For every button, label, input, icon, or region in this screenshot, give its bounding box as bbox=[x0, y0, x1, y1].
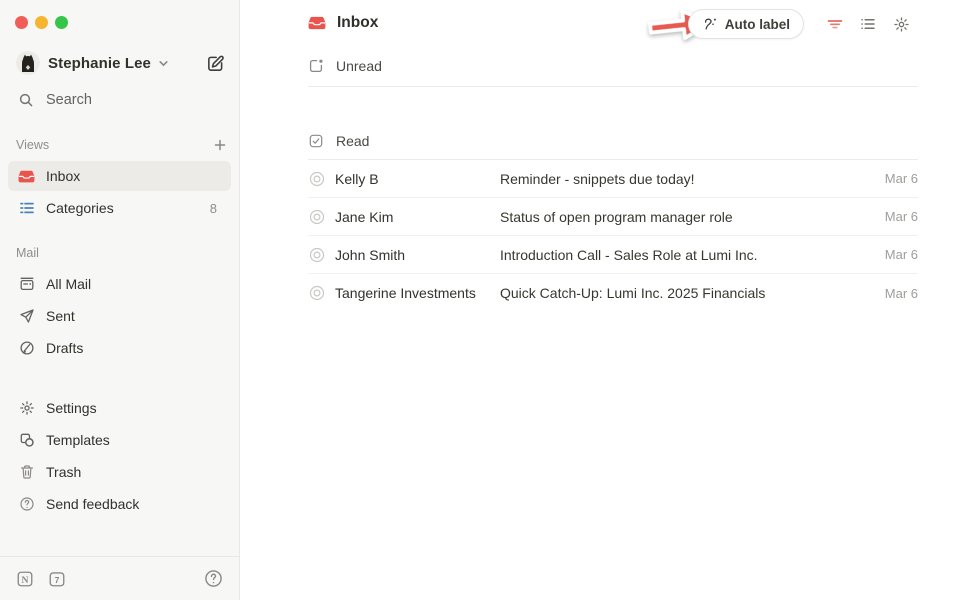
plus-icon bbox=[213, 138, 227, 152]
email-date: Mar 6 bbox=[873, 209, 918, 224]
add-view-button[interactable] bbox=[213, 138, 227, 152]
main-content: Inbox Auto label bbox=[240, 0, 960, 600]
read-status-icon[interactable] bbox=[308, 284, 326, 302]
email-date: Mar 6 bbox=[873, 247, 918, 262]
help-button[interactable] bbox=[204, 569, 223, 588]
header-actions: Auto label bbox=[688, 0, 910, 48]
gear-icon bbox=[893, 16, 910, 33]
notion-icon[interactable]: N bbox=[16, 570, 34, 588]
read-label: Read bbox=[336, 133, 369, 149]
email-subject: Introduction Call - Sales Role at Lumi I… bbox=[500, 247, 873, 263]
inbox-icon bbox=[18, 168, 35, 185]
drafts-icon bbox=[18, 340, 35, 357]
email-row[interactable]: John Smith Introduction Call - Sales Rol… bbox=[308, 236, 918, 274]
question-circle-icon bbox=[18, 496, 35, 513]
sidebar: Stephanie Lee Search Views bbox=[0, 0, 240, 600]
categories-icon bbox=[18, 200, 35, 217]
sidebar-item-label: Templates bbox=[46, 432, 110, 448]
unread-section-header[interactable]: Unread bbox=[308, 46, 918, 87]
view-settings-button[interactable] bbox=[892, 15, 910, 33]
templates-icon bbox=[18, 432, 35, 449]
search-label: Search bbox=[46, 92, 92, 108]
email-sender: Jane Kim bbox=[335, 209, 500, 225]
compose-button[interactable] bbox=[206, 54, 225, 73]
sidebar-footer: N 7 bbox=[0, 556, 239, 600]
sidebar-item-all-mail[interactable]: All Mail bbox=[8, 269, 231, 299]
sidebar-item-label: Send feedback bbox=[46, 496, 139, 512]
email-date: Mar 6 bbox=[873, 171, 918, 186]
email-date: Mar 6 bbox=[873, 286, 918, 301]
chevron-down-icon bbox=[158, 58, 169, 69]
email-row[interactable]: Tangerine Investments Quick Catch-Up: Lu… bbox=[308, 274, 918, 312]
all-mail-icon bbox=[18, 276, 35, 293]
read-status-icon[interactable] bbox=[308, 208, 326, 226]
mail-header-label: Mail bbox=[16, 246, 39, 260]
email-subject: Status of open program manager role bbox=[500, 209, 873, 225]
sidebar-item-label: Inbox bbox=[46, 168, 80, 184]
sidebar-item-templates[interactable]: Templates bbox=[8, 425, 231, 455]
sidebar-item-settings[interactable]: Settings bbox=[8, 393, 231, 423]
sidebar-item-categories[interactable]: Categories 8 bbox=[8, 193, 231, 223]
avatar bbox=[16, 51, 40, 75]
account-name: Stephanie Lee bbox=[48, 55, 151, 72]
sidebar-item-label: Trash bbox=[46, 464, 81, 480]
email-subject: Quick Catch-Up: Lumi Inc. 2025 Financial… bbox=[500, 285, 873, 301]
views-header-label: Views bbox=[16, 138, 49, 152]
email-sender: John Smith bbox=[335, 247, 500, 263]
sidebar-item-send-feedback[interactable]: Send feedback bbox=[8, 489, 231, 519]
auto-label-button[interactable]: Auto label bbox=[688, 9, 804, 39]
compose-icon bbox=[206, 54, 225, 73]
sidebar-item-label: All Mail bbox=[46, 276, 91, 292]
sidebar-item-sent[interactable]: Sent bbox=[8, 301, 231, 331]
read-section-header[interactable]: Read bbox=[308, 122, 918, 160]
categories-count-badge: 8 bbox=[210, 201, 221, 216]
views-section-header: Views bbox=[16, 136, 227, 154]
email-row[interactable]: Kelly B Reminder - snippets due today! M… bbox=[308, 160, 918, 198]
search-icon bbox=[18, 92, 34, 108]
window-controls bbox=[15, 16, 68, 29]
page-title: Inbox bbox=[337, 14, 378, 32]
list-view-icon bbox=[859, 15, 877, 33]
search-button[interactable]: Search bbox=[18, 90, 92, 110]
read-status-icon[interactable] bbox=[308, 170, 326, 188]
trash-icon bbox=[18, 464, 35, 481]
sent-icon bbox=[18, 308, 35, 325]
mail-app-window: Stephanie Lee Search Views bbox=[0, 0, 960, 600]
mail-section-header: Mail bbox=[16, 244, 227, 262]
filter-button[interactable] bbox=[826, 15, 844, 33]
gear-icon bbox=[18, 400, 35, 417]
main-header: Inbox Auto label bbox=[240, 0, 960, 48]
minimize-window-button[interactable] bbox=[35, 16, 48, 29]
unread-label: Unread bbox=[336, 58, 382, 74]
filter-icon bbox=[826, 15, 844, 33]
sidebar-item-label: Settings bbox=[46, 400, 97, 416]
sidebar-item-label: Drafts bbox=[46, 340, 83, 356]
sidebar-item-label: Sent bbox=[46, 308, 75, 324]
calendar-icon[interactable]: 7 bbox=[48, 570, 66, 588]
auto-label-sparkle-icon bbox=[702, 16, 718, 32]
email-subject: Reminder - snippets due today! bbox=[500, 171, 873, 187]
email-row[interactable]: Jane Kim Status of open program manager … bbox=[308, 198, 918, 236]
sidebar-item-label: Categories bbox=[46, 200, 114, 216]
sidebar-item-drafts[interactable]: Drafts bbox=[8, 333, 231, 363]
auto-label-label: Auto label bbox=[725, 17, 790, 32]
list-view-button[interactable] bbox=[859, 15, 877, 33]
email-sender: Kelly B bbox=[335, 171, 500, 187]
read-checkbox-icon bbox=[308, 133, 324, 149]
unread-icon bbox=[308, 58, 324, 74]
sidebar-item-inbox[interactable]: Inbox bbox=[8, 161, 231, 191]
read-status-icon[interactable] bbox=[308, 246, 326, 264]
close-window-button[interactable] bbox=[15, 16, 28, 29]
account-switcher[interactable]: Stephanie Lee bbox=[16, 50, 225, 76]
inbox-icon bbox=[308, 14, 326, 32]
help-icon bbox=[204, 569, 223, 588]
email-sender: Tangerine Investments bbox=[335, 285, 500, 301]
email-list: Kelly B Reminder - snippets due today! M… bbox=[308, 160, 918, 312]
sidebar-item-trash[interactable]: Trash bbox=[8, 457, 231, 487]
notion-glyph: N bbox=[22, 574, 29, 585]
zoom-window-button[interactable] bbox=[55, 16, 68, 29]
calendar-day-glyph: 7 bbox=[55, 575, 60, 585]
